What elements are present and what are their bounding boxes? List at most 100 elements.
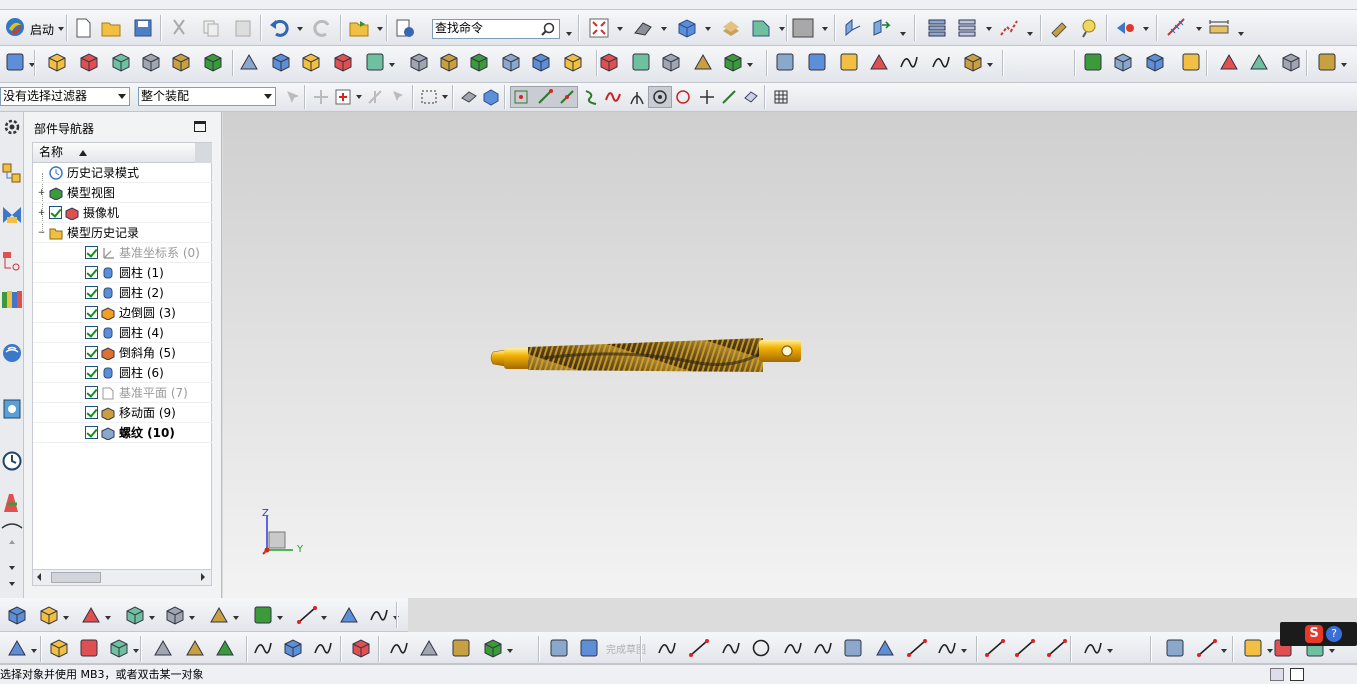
layer-settings-icon[interactable] bbox=[720, 17, 742, 39]
mate-icon[interactable] bbox=[152, 637, 174, 659]
open-recent-icon[interactable] bbox=[348, 17, 370, 39]
expand-icon[interactable]: + bbox=[37, 189, 46, 198]
rectangle-select-icon[interactable] bbox=[420, 88, 438, 106]
snap-center-icon[interactable] bbox=[651, 88, 669, 106]
snap-endpoint-icon[interactable] bbox=[536, 88, 554, 106]
open-folder-icon[interactable] bbox=[100, 17, 122, 39]
face-rule-icon[interactable] bbox=[460, 88, 478, 106]
task-environment-icon[interactable] bbox=[578, 637, 600, 659]
assembly-navigator-icon[interactable] bbox=[1, 162, 23, 184]
note-text-dropdown[interactable] bbox=[321, 616, 327, 620]
undo-dropdown[interactable] bbox=[297, 27, 303, 31]
new-parent-dropdown[interactable] bbox=[133, 649, 139, 653]
command-finder-input[interactable]: 查找命令 bbox=[432, 19, 560, 39]
replace-face-icon[interactable] bbox=[1112, 51, 1134, 73]
snap-point-icon[interactable] bbox=[312, 88, 330, 106]
sequence-icon[interactable] bbox=[214, 637, 236, 659]
part-navigator-icon[interactable] bbox=[1, 250, 23, 272]
profile-icon[interactable] bbox=[656, 637, 678, 659]
layer-move-icon[interactable] bbox=[1144, 51, 1166, 73]
pull-face-icon[interactable] bbox=[1248, 51, 1270, 73]
select-all-icon[interactable] bbox=[284, 88, 302, 106]
pattern-dropdown[interactable] bbox=[747, 63, 753, 67]
auto-constraint-icon[interactable] bbox=[1196, 637, 1218, 659]
section-view-icon[interactable] bbox=[124, 604, 146, 626]
constraint-navigator-icon[interactable] bbox=[1, 204, 23, 226]
constraint-icon[interactable] bbox=[1164, 637, 1186, 659]
surface-icon[interactable] bbox=[774, 51, 796, 73]
background-dropdown[interactable] bbox=[822, 27, 828, 31]
input-method-indicator[interactable]: S ? bbox=[1280, 622, 1357, 646]
scroll-end-arrow-icon[interactable] bbox=[1, 574, 23, 596]
snap-bounded-icon[interactable] bbox=[742, 88, 760, 106]
assembly-component-icon[interactable] bbox=[48, 637, 70, 659]
draft-icon[interactable] bbox=[692, 51, 714, 73]
orientation-dropdown[interactable] bbox=[705, 27, 711, 31]
feature-dropdown[interactable] bbox=[900, 32, 906, 36]
visibility-checkbox[interactable] bbox=[85, 366, 98, 379]
selection-filter-select[interactable]: 没有选择过滤器 bbox=[0, 87, 130, 106]
interference-dropdown[interactable] bbox=[507, 649, 513, 653]
open-recent-dropdown[interactable] bbox=[377, 27, 383, 31]
view-orientation-icon[interactable] bbox=[676, 17, 698, 39]
snap-arc-center-icon[interactable] bbox=[628, 88, 646, 106]
expand-icon[interactable]: + bbox=[37, 209, 46, 218]
settings-gear-icon[interactable] bbox=[1, 116, 23, 138]
quick-extend-icon[interactable] bbox=[1014, 637, 1036, 659]
paste-icon[interactable] bbox=[232, 17, 254, 39]
mesh-surface-icon[interactable] bbox=[806, 51, 828, 73]
selection-scope-select[interactable]: 整个装配 bbox=[138, 87, 276, 106]
rectangle-icon[interactable] bbox=[842, 637, 864, 659]
pattern-icon[interactable] bbox=[722, 51, 744, 73]
snap-point-on-face-icon[interactable] bbox=[720, 88, 738, 106]
annotation-dropdown[interactable] bbox=[1341, 63, 1347, 67]
view-dropdown[interactable] bbox=[617, 27, 623, 31]
nx-start-icon[interactable] bbox=[4, 16, 26, 38]
break-view-icon[interactable] bbox=[208, 604, 230, 626]
tree-row[interactable]: + 模型视图 bbox=[33, 183, 213, 203]
alternate-solution-dropdown[interactable] bbox=[1329, 649, 1335, 653]
cylinder-feature-icon[interactable] bbox=[140, 51, 162, 73]
background-color-icon[interactable] bbox=[792, 17, 814, 39]
electrical-icon[interactable] bbox=[450, 637, 472, 659]
save-icon[interactable] bbox=[132, 17, 154, 39]
projected-view-dropdown[interactable] bbox=[105, 616, 111, 620]
drawing-sheet-icon[interactable] bbox=[6, 604, 28, 626]
ruler-measure-icon[interactable] bbox=[1208, 17, 1230, 39]
tree-row[interactable]: 基准坐标系 (0) bbox=[33, 243, 213, 263]
projected-view-icon[interactable] bbox=[80, 604, 102, 626]
clock-history-icon[interactable] bbox=[1, 450, 23, 472]
polygon-icon[interactable] bbox=[874, 637, 896, 659]
line-icon[interactable] bbox=[688, 637, 710, 659]
copy-icon[interactable] bbox=[200, 17, 222, 39]
tree-row[interactable]: 螺纹 (10) bbox=[33, 423, 213, 443]
scroll-left-arrow-icon[interactable] bbox=[37, 573, 41, 581]
tree-row[interactable]: + 摄像机 bbox=[33, 203, 213, 223]
annotation-icon[interactable] bbox=[1316, 51, 1338, 73]
wave-link-icon[interactable] bbox=[252, 637, 274, 659]
menu-bar[interactable] bbox=[0, 0, 1357, 10]
full-screen-icon[interactable] bbox=[1290, 668, 1304, 681]
body-select-icon[interactable] bbox=[390, 88, 408, 106]
command-finder-dropdown[interactable] bbox=[566, 32, 572, 36]
bounded-plane-icon[interactable] bbox=[868, 51, 890, 73]
tree-row[interactable]: − 模型历史记录 bbox=[33, 223, 213, 243]
collapse-icon[interactable]: − bbox=[37, 229, 46, 238]
help-icon[interactable]: ? bbox=[1326, 626, 1342, 642]
undo-icon[interactable] bbox=[268, 17, 290, 39]
feature-select-icon[interactable] bbox=[366, 88, 384, 106]
pocket-icon[interactable] bbox=[364, 51, 386, 73]
tree-row[interactable]: 圆柱 (2) bbox=[33, 283, 213, 303]
group-icon[interactable] bbox=[350, 637, 372, 659]
visibility-checkbox[interactable] bbox=[85, 246, 98, 259]
make-corner-icon[interactable] bbox=[1046, 637, 1068, 659]
fit-view-icon[interactable] bbox=[588, 17, 610, 39]
thread-feature-icon[interactable] bbox=[562, 51, 584, 73]
extrude-body-icon[interactable] bbox=[46, 51, 68, 73]
history-palette-icon[interactable] bbox=[1, 398, 23, 420]
sphere-icon[interactable] bbox=[202, 51, 224, 73]
symbol-icon[interactable] bbox=[338, 604, 360, 626]
dimension-scale-icon[interactable] bbox=[1166, 17, 1188, 39]
sweep-icon[interactable] bbox=[838, 51, 860, 73]
maximize-panel-icon[interactable] bbox=[194, 121, 206, 132]
